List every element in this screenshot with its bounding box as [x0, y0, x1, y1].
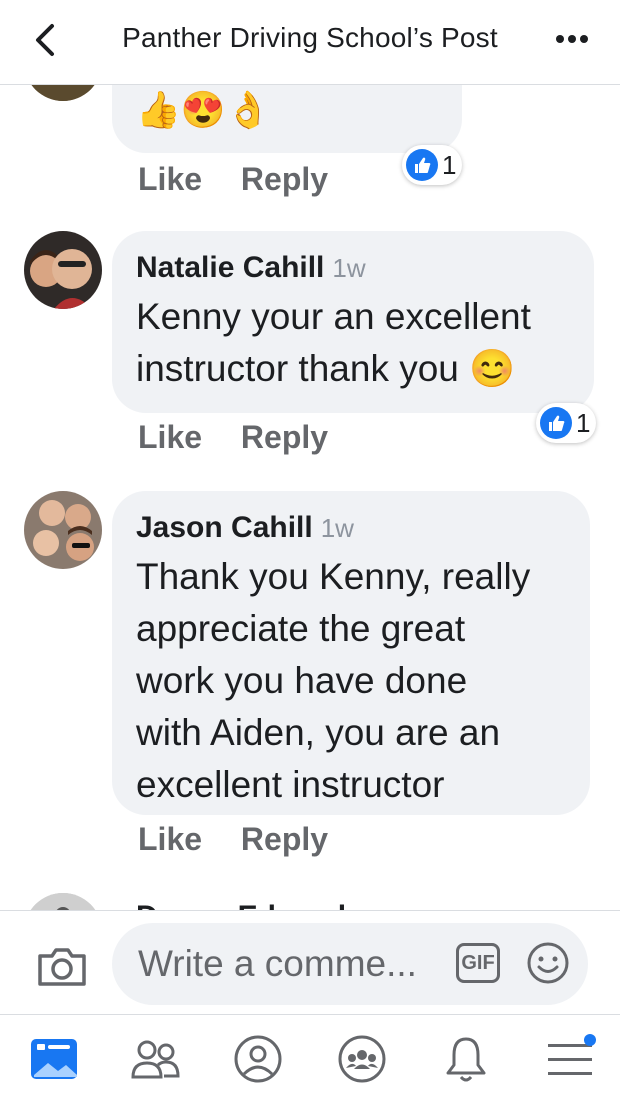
notifications-icon[interactable]	[440, 1033, 492, 1085]
avatar[interactable]	[24, 893, 102, 910]
comment-input-placeholder: Write a comme...	[138, 943, 417, 984]
commenter-name[interactable]: Jason Cahill	[136, 511, 313, 544]
comment-bubble: Natalie Cahill 1w Kenny your an excellent…	[112, 231, 594, 413]
comment-actions: Like Reply	[138, 419, 358, 456]
page-title: Panther Driving School’s Post	[122, 22, 498, 53]
commenter-name[interactable]: Natalie Cahill	[136, 251, 324, 284]
comment-line: instructor thank you 😊	[136, 348, 516, 389]
emoji-icon[interactable]	[526, 941, 570, 985]
friends-icon[interactable]	[130, 1033, 182, 1085]
groups-icon[interactable]	[336, 1033, 388, 1085]
post-header: Panther Driving School’s Post	[0, 0, 620, 85]
comment-input[interactable]: Write a comme... GIF	[112, 923, 588, 1005]
comment-emoji-text: 👍😍👌	[136, 89, 271, 130]
comment-time: 1w	[320, 513, 354, 543]
like-reaction-icon	[540, 407, 572, 439]
bottom-tab-bar	[0, 1014, 620, 1101]
reaction-badge[interactable]: 1	[536, 403, 597, 443]
reply-button[interactable]: Reply	[241, 821, 328, 857]
camera-icon[interactable]	[36, 944, 88, 988]
comment-text: Kenny your an excellent instructor thank…	[136, 291, 531, 395]
avatar[interactable]	[24, 491, 102, 569]
reply-button[interactable]: Reply	[241, 419, 328, 455]
news-feed-icon[interactable]	[28, 1033, 80, 1085]
more-options-icon[interactable]	[554, 28, 590, 50]
comment-bubble: 👍😍👌	[112, 85, 462, 153]
menu-notification-dot	[584, 1034, 596, 1046]
gif-button[interactable]: GIF	[456, 943, 500, 983]
comment-composer: Write a comme... GIF	[0, 910, 620, 1015]
comment-line: Kenny your an excellent	[136, 296, 531, 337]
comment-line: appreciate the great	[136, 608, 466, 649]
comment-line: excellent instructor	[136, 764, 445, 805]
reaction-count: 1	[576, 407, 591, 438]
comments-list: 👍😍👌 Like Reply 1 Natalie Cahill 1w Kenny …	[0, 85, 620, 910]
reply-button[interactable]: Reply	[241, 161, 328, 197]
next-commenter-name[interactable]: Donna Edwards	[136, 900, 363, 910]
avatar[interactable]	[24, 231, 102, 309]
like-button[interactable]: Like	[138, 821, 202, 857]
like-button[interactable]: Like	[138, 419, 202, 455]
comment-bubble: Jason Cahill 1w Thank you Kenny, really a…	[112, 491, 590, 815]
like-button[interactable]: Like	[138, 161, 202, 197]
reaction-count: 1	[442, 149, 457, 180]
comment-time: 1w	[332, 253, 366, 283]
comment-actions: Like Reply	[138, 821, 358, 858]
reaction-badge[interactable]: 1	[402, 145, 463, 185]
comment-actions: Like Reply	[138, 161, 358, 198]
comment-line: work you have done	[136, 660, 468, 701]
profile-icon[interactable]	[232, 1033, 284, 1085]
comment-text: Thank you Kenny, really appreciate the g…	[136, 551, 530, 811]
comment-line: Thank you Kenny, really	[136, 556, 531, 597]
like-reaction-icon	[406, 149, 438, 181]
avatar[interactable]	[24, 85, 102, 101]
comment-line: with Aiden, you are an	[136, 712, 501, 753]
menu-icon[interactable]	[544, 1033, 596, 1085]
